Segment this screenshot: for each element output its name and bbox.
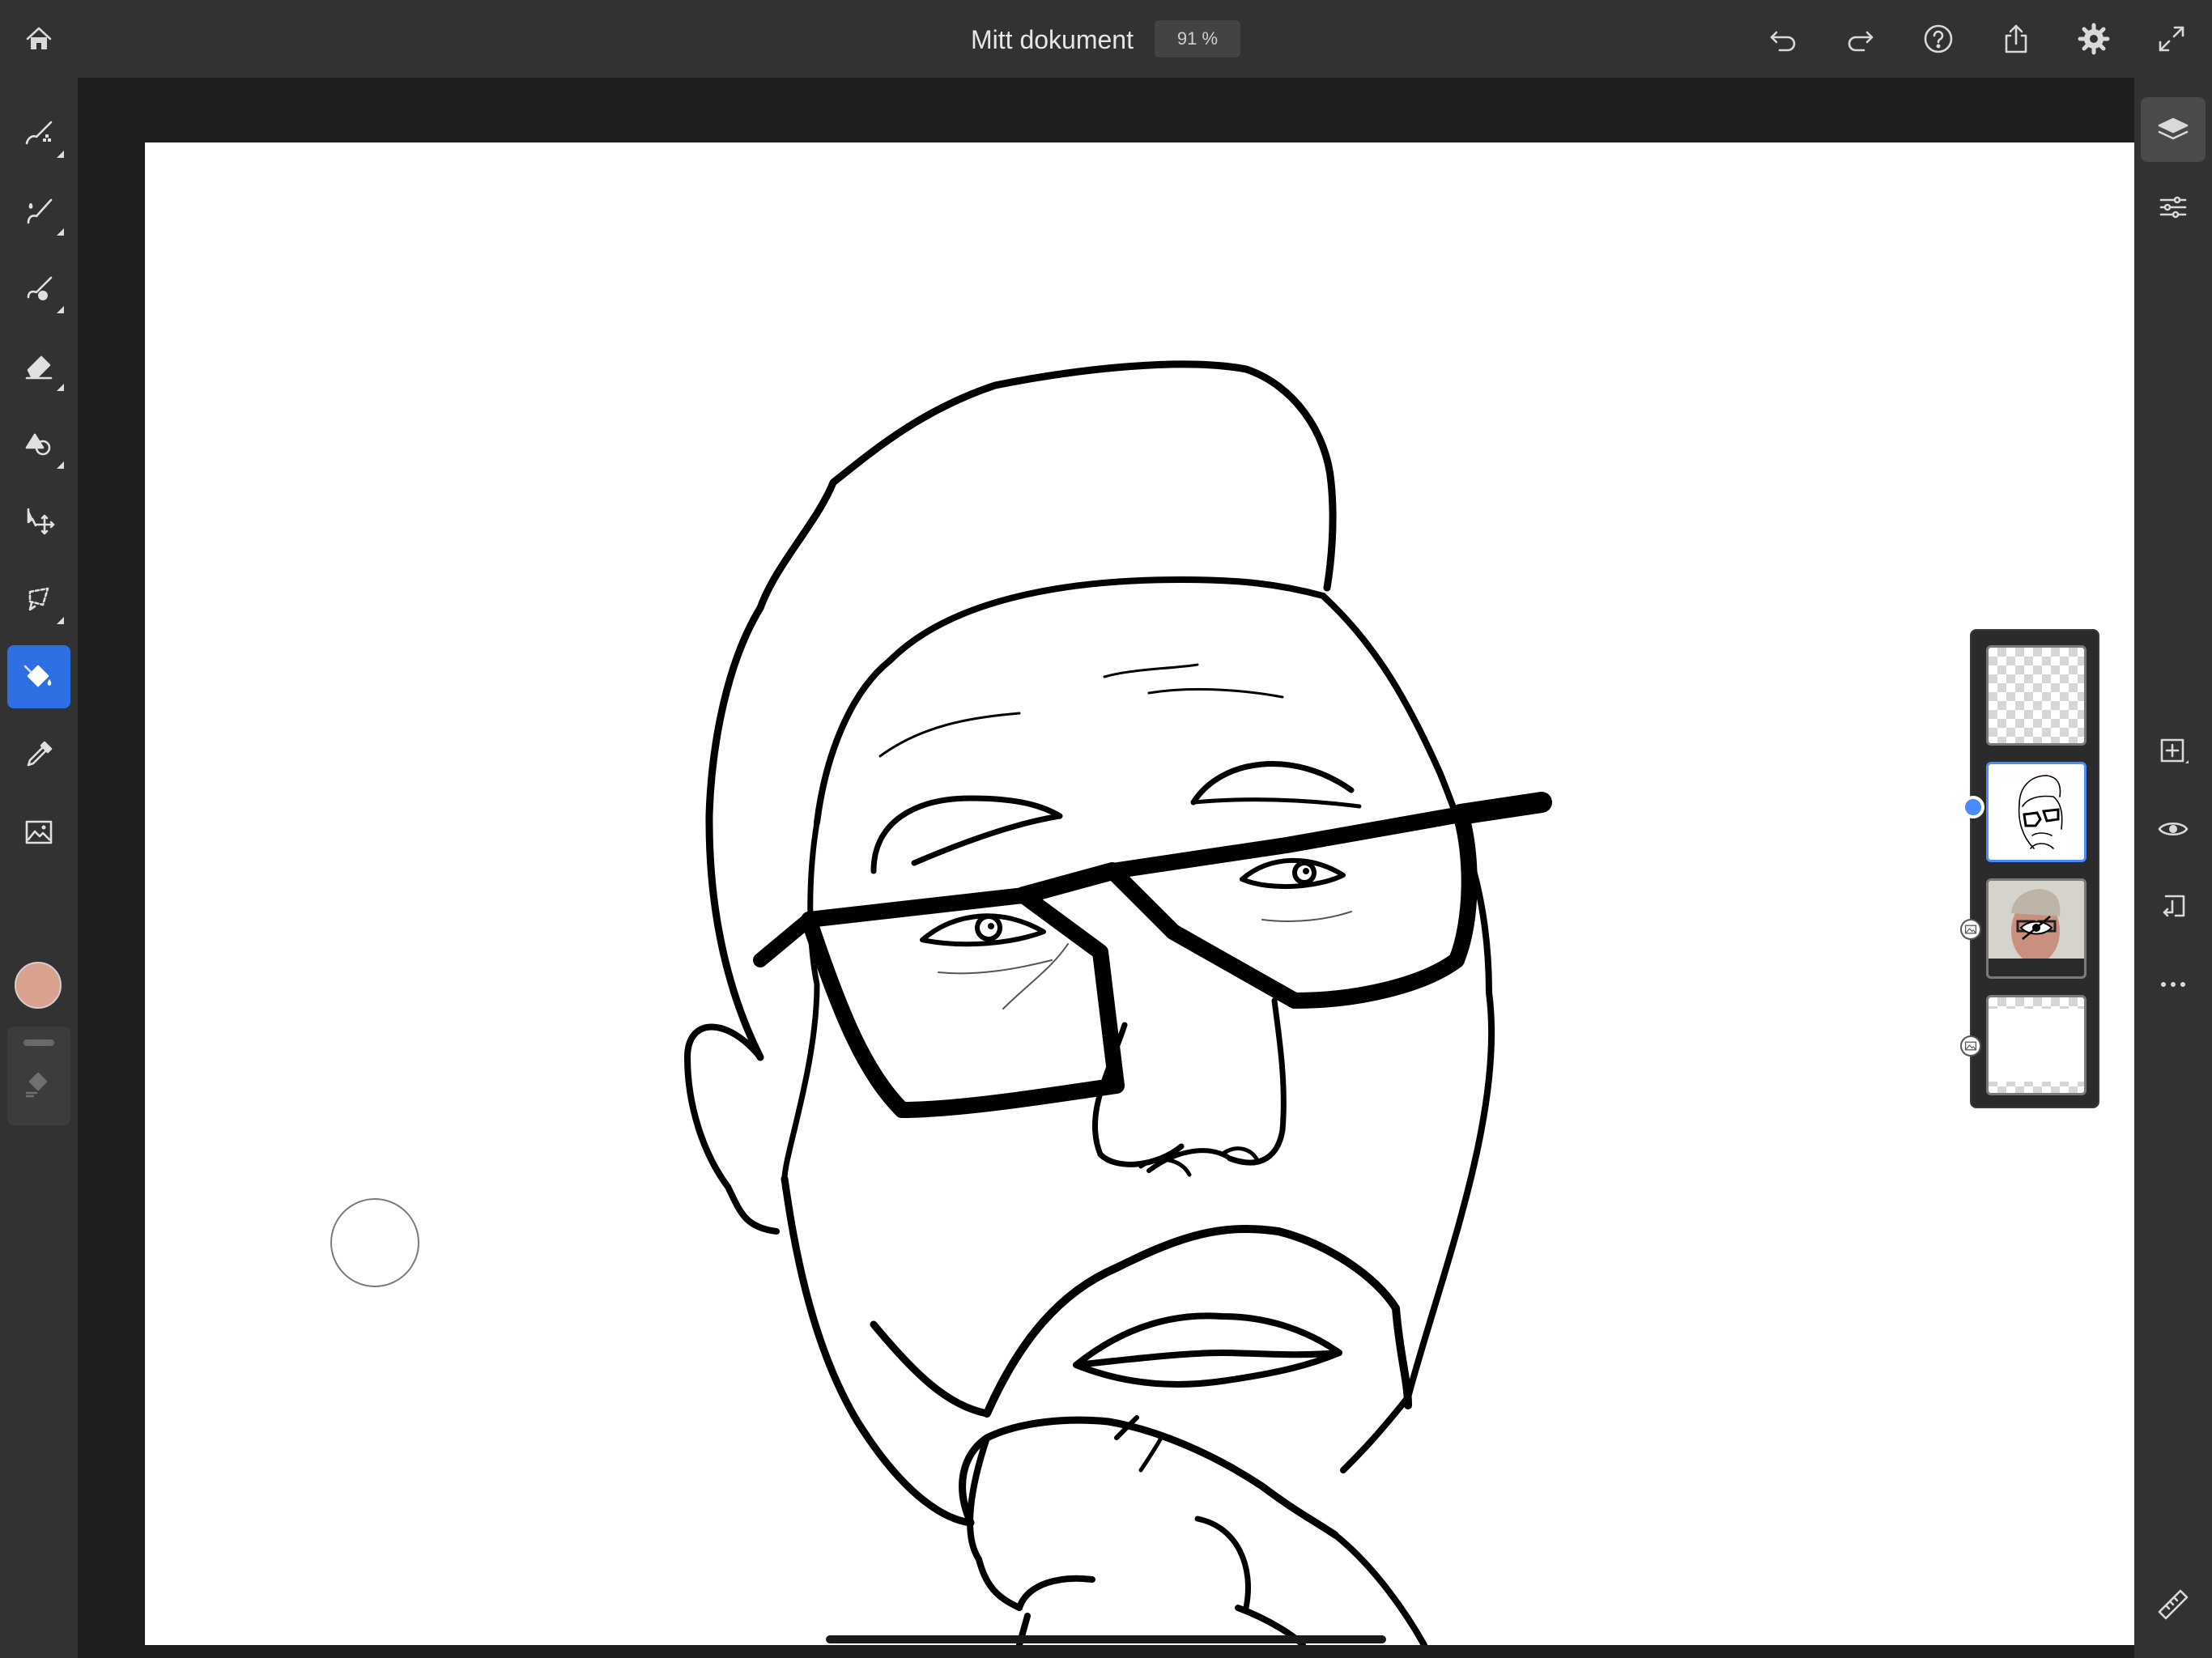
- zoom-level[interactable]: 91 %: [1155, 20, 1240, 57]
- help-button[interactable]: [1914, 15, 1963, 63]
- tool-options-group[interactable]: [7, 1027, 70, 1125]
- share-icon: [2005, 24, 2027, 53]
- transform-tool[interactable]: [7, 490, 70, 553]
- merge-down-button[interactable]: [2141, 874, 2206, 939]
- vector-brush-icon: [27, 276, 53, 300]
- eraser-icon: [25, 355, 53, 380]
- layers-icon: [2158, 117, 2189, 140]
- right-toolbar: [2134, 78, 2212, 1658]
- more-options-button[interactable]: [2141, 952, 2206, 1017]
- ruler-button[interactable]: [2141, 1572, 2206, 1637]
- home-icon: [26, 27, 52, 49]
- merge-down-icon: [2163, 895, 2185, 917]
- document-title[interactable]: Mitt dokument: [971, 23, 1134, 56]
- brush-cursor: [330, 1198, 419, 1287]
- live-brush-icon: [27, 198, 53, 224]
- background-fill: [1989, 1009, 2084, 1082]
- photo-layer-preview: [1989, 881, 2084, 976]
- line-art-drawing: [684, 360, 1552, 1645]
- pixel-brush-icon: [25, 121, 53, 145]
- ruler-icon: [2158, 1589, 2189, 1620]
- share-button[interactable]: [1992, 15, 2040, 63]
- visibility-button[interactable]: [2141, 797, 2206, 861]
- current-color-swatch[interactable]: [15, 962, 62, 1009]
- fullscreen-button[interactable]: [2147, 15, 2196, 63]
- home-indicator: [826, 1635, 1386, 1643]
- transform-icon: [27, 508, 55, 535]
- background-layer-badge: [1960, 1035, 1981, 1056]
- fullscreen-icon: [2159, 26, 2184, 52]
- image-icon: [1964, 925, 1977, 934]
- layer-thumbnail-empty[interactable]: [1986, 645, 2087, 746]
- shape-tool[interactable]: [7, 412, 70, 475]
- layers-panel: [1960, 629, 2099, 1108]
- pixel-brush-tool[interactable]: [7, 101, 70, 164]
- live-brush-tool[interactable]: [7, 179, 70, 242]
- image-icon: [25, 820, 53, 844]
- selection-tool[interactable]: [7, 568, 70, 631]
- shape-icon: [25, 433, 51, 456]
- left-toolbar: [0, 78, 78, 1658]
- layer-thumbnail-drawing[interactable]: [1986, 762, 2087, 862]
- eraser-tool[interactable]: [7, 334, 70, 397]
- lasso-icon: [28, 587, 49, 611]
- visibility-icon: [2158, 822, 2189, 836]
- home-button[interactable]: [15, 15, 63, 63]
- redo-icon: [1848, 31, 1874, 52]
- redo-button[interactable]: [1836, 15, 1885, 63]
- photo-layer-badge: [1960, 919, 1981, 940]
- layer-thumbnail-background[interactable]: [1986, 995, 2087, 1095]
- settings-icon: [2078, 23, 2110, 55]
- paint-bucket-icon: [23, 665, 52, 687]
- layer-thumbnail-photo[interactable]: [1986, 878, 2087, 979]
- properties-button[interactable]: [2141, 175, 2206, 240]
- undo-button[interactable]: [1759, 15, 1807, 63]
- drawing-canvas[interactable]: [145, 142, 2134, 1645]
- help-icon: [1924, 24, 1953, 53]
- tool-size-slider[interactable]: [23, 1039, 54, 1046]
- more-icon: [2161, 982, 2185, 987]
- vector-brush-tool[interactable]: [7, 257, 70, 320]
- eyedropper-icon: [27, 741, 53, 767]
- top-toolbar: Mitt dokument 91 %: [0, 0, 2212, 78]
- layers-button[interactable]: [2141, 97, 2206, 162]
- active-layer-indicator: [1962, 796, 1984, 818]
- settings-button[interactable]: [2069, 15, 2118, 63]
- image-icon: [1964, 1041, 1977, 1051]
- image-tool[interactable]: [7, 801, 70, 864]
- fill-tool[interactable]: [7, 645, 70, 708]
- drawing-layer-preview: [2018, 775, 2063, 849]
- undo-icon: [1770, 31, 1796, 52]
- add-layer-icon: [2160, 738, 2189, 763]
- properties-icon: [2159, 196, 2187, 219]
- add-layer-button[interactable]: [2141, 719, 2206, 784]
- fill-options-icon: [25, 1072, 48, 1098]
- eyedropper-tool[interactable]: [7, 723, 70, 786]
